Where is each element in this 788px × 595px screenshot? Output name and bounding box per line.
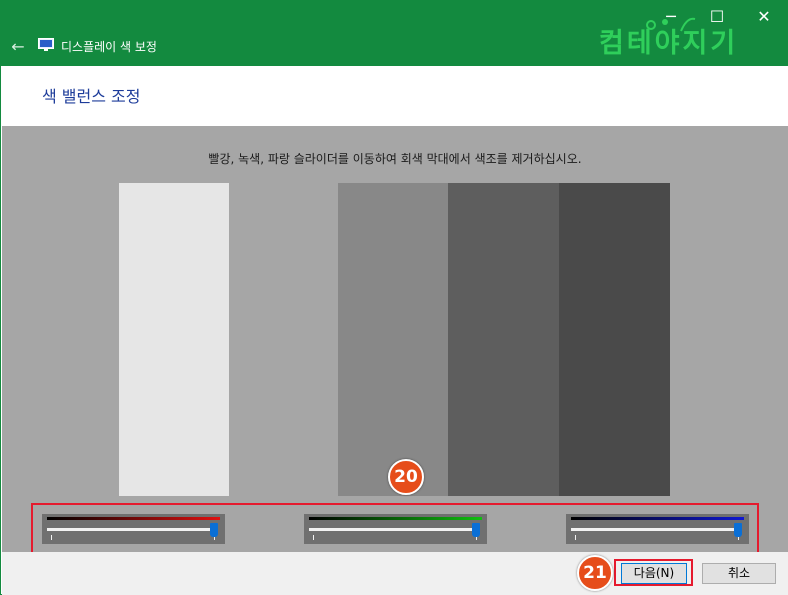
monitor-icon [38,38,54,51]
slider-track[interactable] [571,528,739,531]
slider-tick [313,535,314,540]
gray-bar [229,183,338,496]
title-bar: ← 디스플레이 색 보정 ─ ☐ ✕ 컴테야지기 [1,1,787,66]
gray-bar [119,183,229,496]
blue-slider-thumb[interactable] [734,523,742,537]
slider-tick [51,535,52,540]
calibration-window: ← 디스플레이 색 보정 ─ ☐ ✕ 컴테야지기 색 밸런스 조정 빨강, 녹색… [0,0,788,595]
step-badge: 21 [577,555,613,591]
next-highlight-frame [614,559,693,586]
green-gradient [309,517,482,520]
slider-track[interactable] [309,528,477,531]
blue-gradient [571,517,744,520]
site-logo: 컴테야지기 [599,28,739,59]
page-heading: 색 밸런스 조정 [42,87,141,106]
cancel-button[interactable]: 취소 [702,563,776,584]
header-panel: 색 밸런스 조정 [2,66,788,126]
gray-bar [448,183,559,496]
step-badge: 20 [388,459,424,495]
back-arrow-icon[interactable]: ← [9,37,27,57]
gray-bar [338,183,448,496]
red-slider[interactable] [42,514,225,544]
slider-track[interactable] [47,528,215,531]
red-gradient [47,517,220,520]
red-slider-thumb[interactable] [210,523,218,537]
instruction-text: 빨강, 녹색, 파랑 슬라이더를 이동하여 회색 막대에서 색조를 제거하십시오… [208,152,582,166]
slider-tick [575,535,576,540]
green-slider-thumb[interactable] [472,523,480,537]
gray-bar [559,183,670,496]
window-title: 디스플레이 색 보정 [61,40,157,54]
green-slider[interactable] [304,514,487,544]
blue-slider[interactable] [566,514,749,544]
